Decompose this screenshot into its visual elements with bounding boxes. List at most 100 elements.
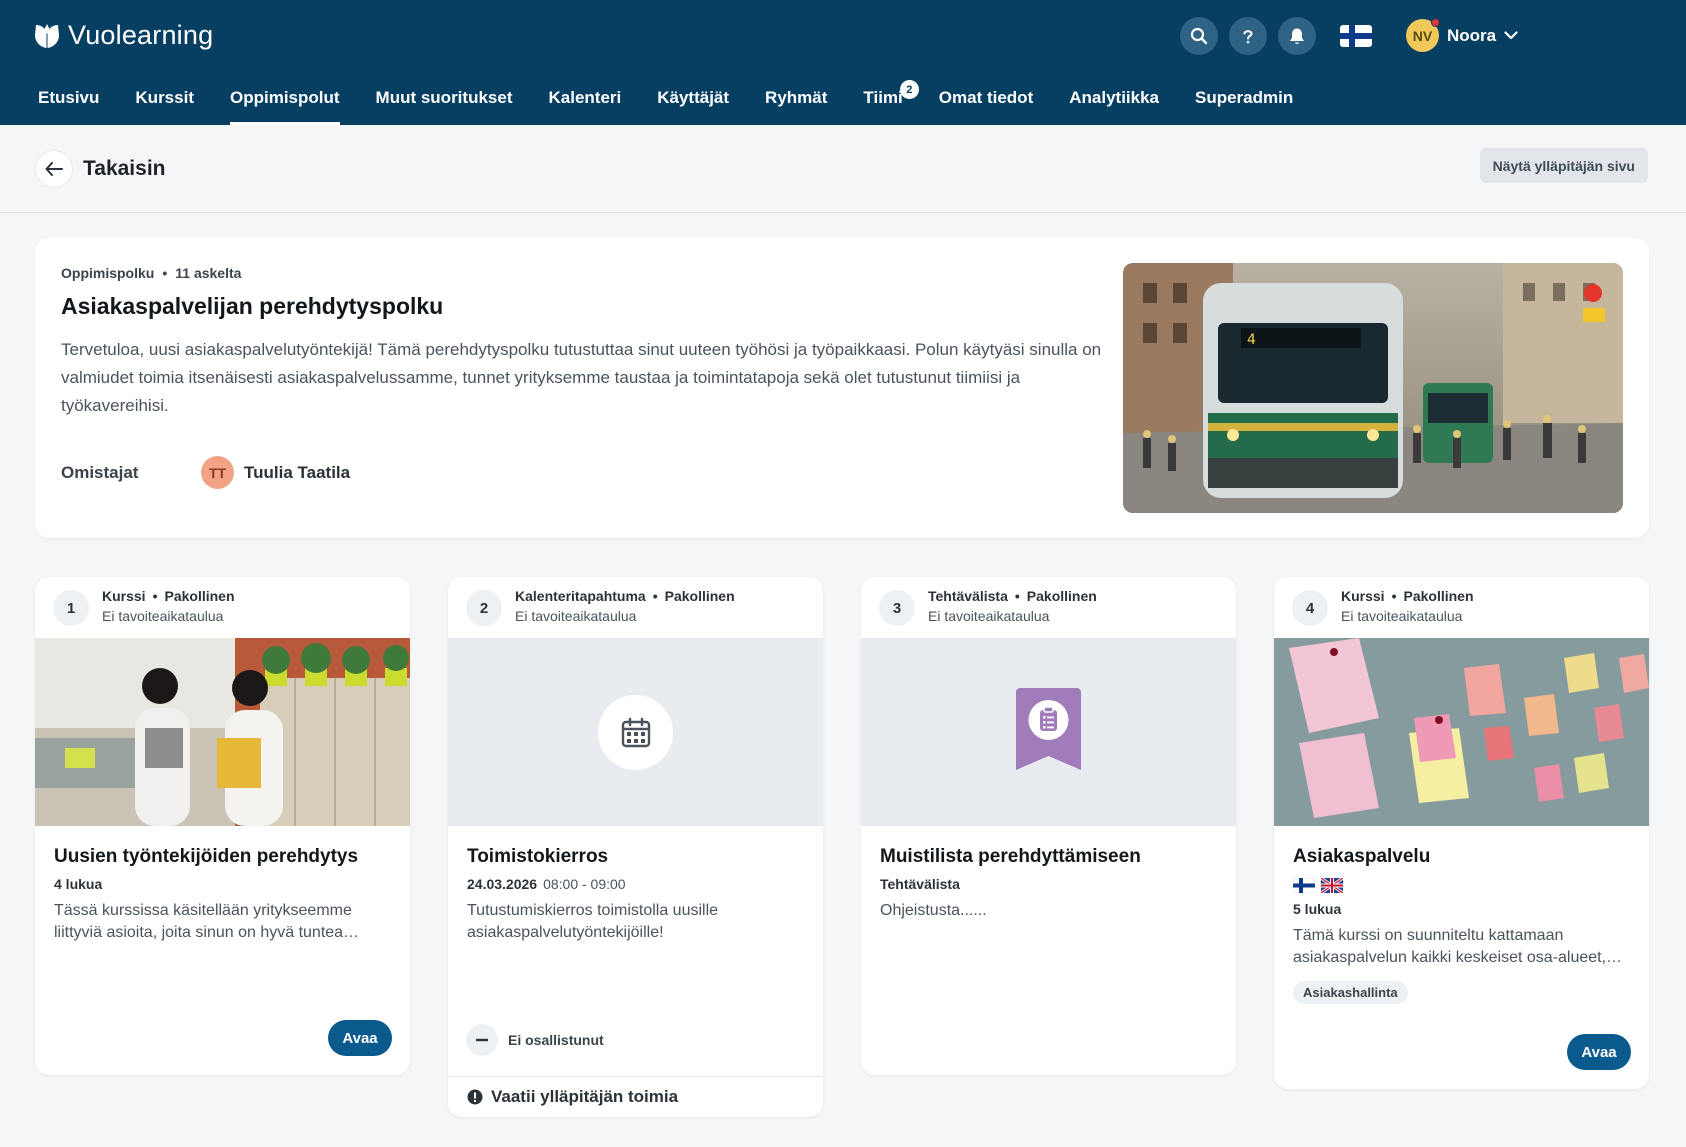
event-placeholder [448, 638, 823, 826]
nav-label: Oppimispolut [229, 88, 340, 107]
user-menu[interactable]: NV Noora [1406, 18, 1518, 52]
dot-separator: • [162, 265, 168, 281]
logo[interactable]: Vuolearning [34, 20, 213, 51]
step-header: 1 Kurssi • Pakollinen Ei tavoiteaikataulua [35, 577, 410, 638]
step-description: Tämä kurssi on suunniteltu kattamaan asi… [1293, 927, 1623, 966]
step-card-4[interactable]: 4 Kurssi • Pakollinen Ei tavoiteaikataulua… [1274, 577, 1649, 1089]
back-button[interactable] [35, 150, 73, 188]
step-card-2[interactable]: 2 Kalenteritapahtuma • Pakollinen Ei tavoi… [448, 577, 823, 1117]
event-date: 24.03.2026 [467, 876, 538, 892]
calendar-icon [621, 717, 650, 747]
step-number: 2 [466, 590, 502, 626]
nav-label: Omat tiedot [938, 88, 1034, 107]
path-type: Oppimispolku [61, 265, 155, 281]
nav-omat-tiedot[interactable]: Omat tiedot [921, 78, 1051, 125]
arrow-left-icon [45, 162, 63, 176]
step-card-3[interactable]: 3 Tehtävälista • Pakollinen Ei tavoiteaika… [861, 577, 1236, 1075]
language-flags [1293, 878, 1631, 893]
checklist-badge-icon [1016, 688, 1081, 770]
nav-kalenteri[interactable]: Kalenteri [530, 78, 639, 125]
step-meta: Kurssi • Pakollinen [102, 588, 235, 604]
step-body: Asiakaspalvelu 5 lukua Tämä kurssi on su… [1274, 826, 1649, 1004]
step-description: Tutustumiskierros toimistolla uusille as… [467, 902, 719, 941]
step-type: Kalenteritapahtuma [515, 588, 646, 604]
search-button[interactable] [1180, 17, 1218, 55]
learning-path-summary-card: Oppimispolku • 11 askelta Asiakaspalvelija… [35, 238, 1649, 538]
open-button[interactable]: Avaa [328, 1020, 392, 1056]
step-header: 2 Kalenteritapahtuma • Pakollinen Ei tavoi… [448, 577, 823, 638]
open-button[interactable]: Avaa [1567, 1034, 1631, 1070]
step-number: 3 [879, 590, 915, 626]
bell-icon [1290, 28, 1304, 44]
attendance-status: Ei osallistunut [466, 1024, 604, 1056]
finland-flag-icon [1293, 878, 1315, 893]
sticky-notes-image [1274, 638, 1649, 826]
help-button[interactable] [1229, 17, 1267, 55]
path-cover-image: 4 [1123, 263, 1623, 513]
step-type: Kurssi [102, 588, 146, 604]
nav-etusivu[interactable]: Etusivu [20, 78, 117, 125]
tram-street-image: 4 [1123, 263, 1623, 513]
path-meta: Oppimispolku • 11 askelta [61, 265, 241, 281]
owner-chip[interactable]: TT Tuulia Taatila [201, 456, 350, 489]
course-cover-image [35, 638, 410, 826]
nav-analytiikka[interactable]: Analytiikka [1051, 78, 1177, 125]
chevron-down-icon [1504, 31, 1518, 40]
step-schedule: Ei tavoiteaikataulua [102, 608, 224, 624]
step-header: 4 Kurssi • Pakollinen Ei tavoiteaikataulua [1274, 577, 1649, 638]
nav-label: Tiimi [863, 88, 903, 107]
nav-ryhmat[interactable]: Ryhmät [747, 78, 845, 125]
nav-muut-suoritukset[interactable]: Muut suoritukset [358, 78, 531, 125]
search-icon [1190, 27, 1208, 45]
step-required: Pakollinen [1026, 588, 1097, 604]
nav-label: Superadmin [1195, 88, 1294, 107]
owner-name: Tuulia Taatila [244, 462, 351, 482]
step-card-1[interactable]: 1 Kurssi • Pakollinen Ei tavoiteaikataulua… [35, 577, 410, 1075]
alert-icon [467, 1089, 483, 1105]
step-body: Toimistokierros 24.03.2026 08:00 - 09:00 … [448, 826, 823, 944]
header-actions: NV Noora [1146, 17, 1686, 57]
back-label[interactable]: Takaisin [83, 157, 165, 181]
nav-label: Muut suoritukset [375, 88, 513, 107]
top-header: Vuolearning NV Noora Etusivu Kurssit Opp… [0, 0, 1686, 125]
step-schedule: Ei tavoiteaikataulua [1341, 608, 1463, 624]
step-title[interactable]: Asiakaspalvelu [1293, 846, 1631, 868]
nav-label: Kalenteri [548, 88, 622, 107]
nav-tiimi[interactable]: Tiimi 2 [845, 78, 920, 125]
step-header: 3 Tehtävälista • Pakollinen Ei tavoiteaika… [861, 577, 1236, 638]
page-subheader: Takaisin Näytä ylläpitäjän sivu [0, 125, 1686, 213]
step-title[interactable]: Toimistokierros [467, 846, 805, 868]
notifications-button[interactable] [1278, 17, 1316, 55]
nav-kayttajat[interactable]: Käyttäjät [639, 78, 747, 125]
nav-label: Etusivu [38, 88, 100, 107]
owners-label: Omistajat [61, 463, 139, 482]
admin-action-label: Vaatii ylläpitäjän toimia [491, 1087, 679, 1106]
nav-superadmin[interactable]: Superadmin [1177, 78, 1311, 125]
logo-text: Vuolearning [68, 20, 214, 50]
vuolearning-logo-icon [35, 23, 59, 48]
step-title[interactable]: Muistilista perehdyttämiseen [880, 846, 1218, 868]
admin-page-button[interactable]: Näytä ylläpitäjän sivu [1479, 148, 1648, 183]
language-flag-fi[interactable] [1340, 25, 1372, 47]
step-title[interactable]: Uusien työntekijöiden perehdytys [54, 846, 392, 868]
topic-tag[interactable]: Asiakashallinta [1293, 981, 1408, 1004]
step-schedule: Ei tavoiteaikataulua [928, 608, 1050, 624]
user-initials: NV [1412, 27, 1433, 44]
nav-oppimispolut[interactable]: Oppimispolut [212, 78, 358, 125]
calendar-icon-wrap [598, 695, 673, 770]
attendance-label: Ei osallistunut [508, 1032, 604, 1048]
nav-label: Käyttäjät [657, 88, 730, 107]
step-meta: Tehtävälista • Pakollinen [928, 588, 1097, 604]
notification-dot [1431, 18, 1440, 27]
step-description: Tässä kurssissa käsitellään yritykseemme… [54, 902, 360, 941]
dot-separator: • [652, 588, 658, 604]
uk-flag-icon [1321, 878, 1343, 893]
step-required: Pakollinen [664, 588, 735, 604]
office-people-image [35, 638, 410, 826]
owner-avatar: TT [201, 456, 234, 489]
user-avatar: NV [1406, 18, 1440, 52]
dot-separator: • [152, 588, 158, 604]
nav-label: Kurssit [135, 88, 194, 107]
nav-label: Analytiikka [1069, 88, 1159, 107]
nav-kurssit[interactable]: Kurssit [117, 78, 212, 125]
